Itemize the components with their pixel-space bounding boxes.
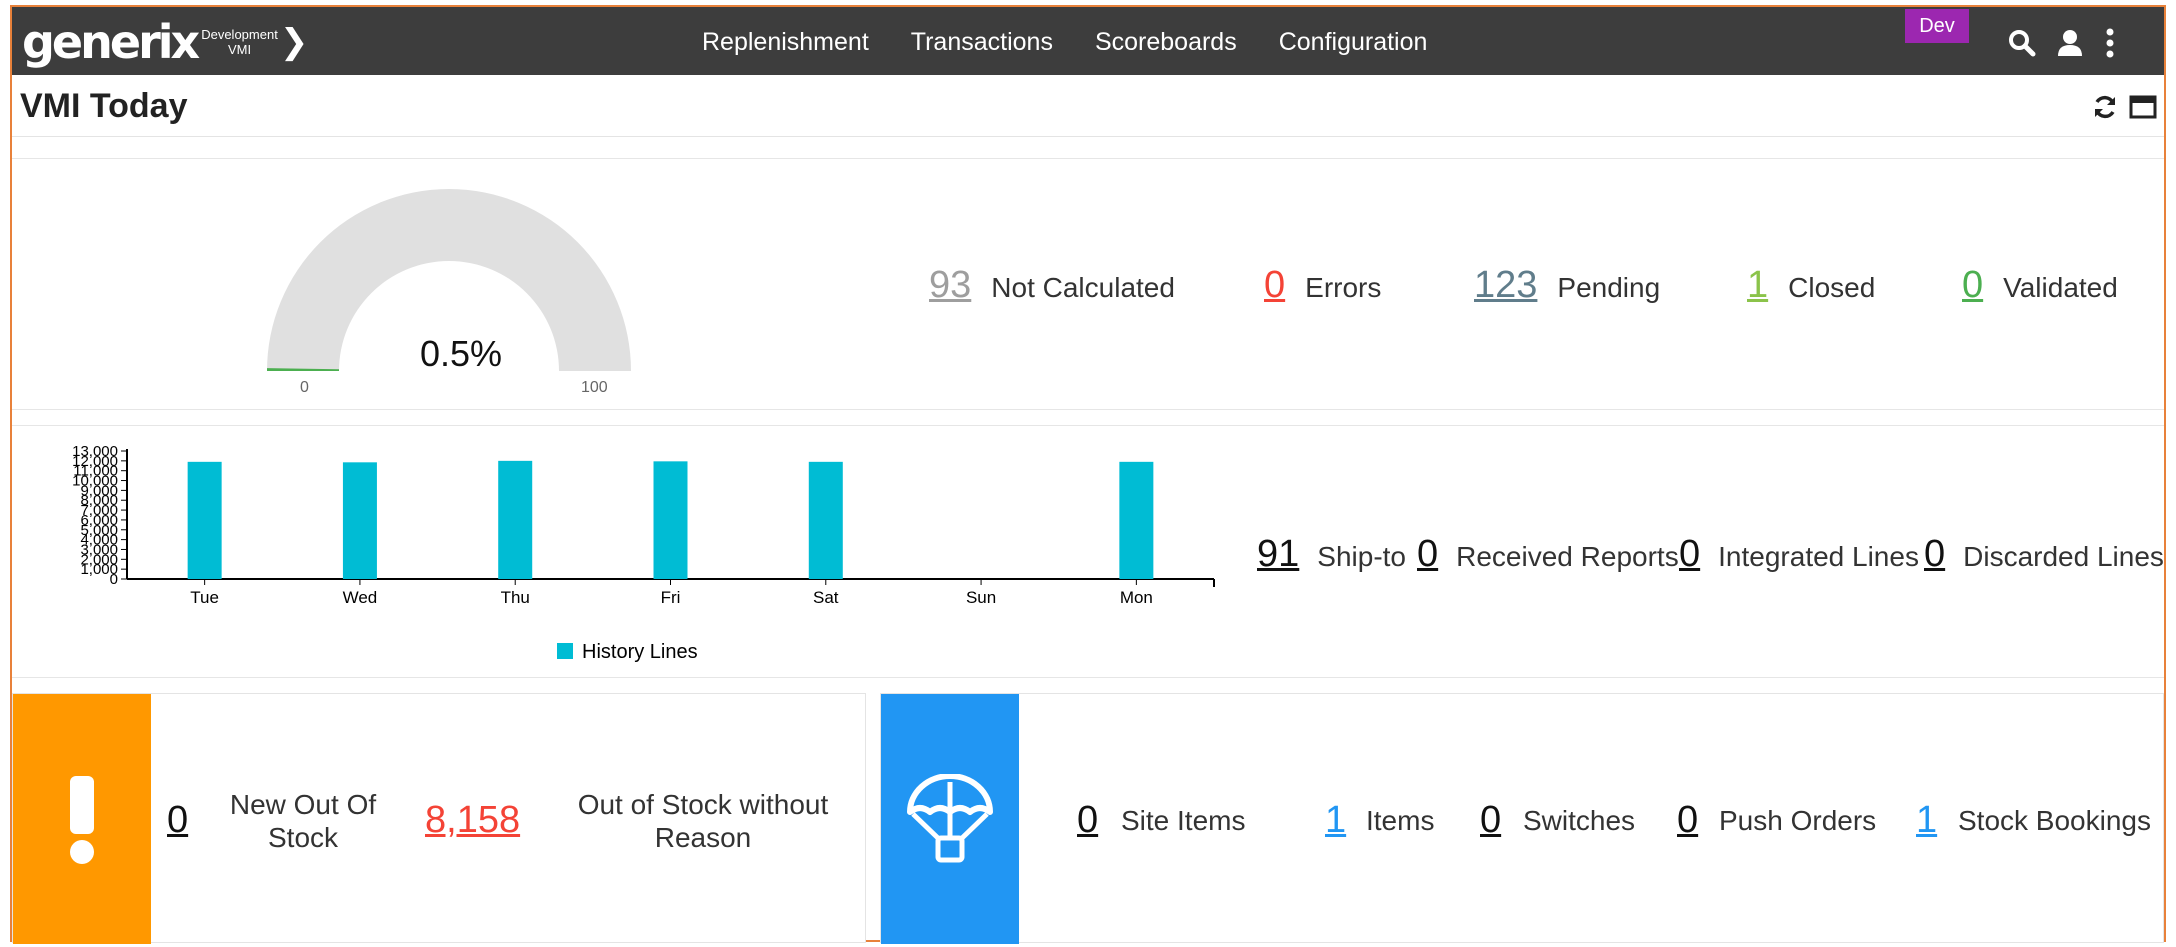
bar-wed xyxy=(342,462,377,579)
x-tick-label: Wed xyxy=(343,588,378,607)
site-items-count[interactable]: 0 xyxy=(1077,799,1098,842)
integrated-lines-count[interactable]: 0 xyxy=(1679,533,1700,576)
validated-count[interactable]: 0 xyxy=(1962,264,1983,307)
site-items-label: Site Items xyxy=(1121,805,1246,836)
out-of-stock-no-reason-count[interactable]: 8,158 xyxy=(425,799,520,842)
bar-fri xyxy=(653,461,688,579)
discarded-lines-label: Discarded Lines xyxy=(1963,541,2164,572)
stat-integrated-lines: 0 Integrated Lines xyxy=(1679,533,1919,576)
discarded-lines-count[interactable]: 0 xyxy=(1924,533,1945,576)
not-calculated-label: Not Calculated xyxy=(991,272,1175,303)
ship-to-label: Ship-to xyxy=(1317,541,1406,572)
stat-ship-to: 91 Ship-to xyxy=(1257,533,1406,576)
pending-label: Pending xyxy=(1557,272,1661,303)
nav-transactions[interactable]: Transactions xyxy=(911,28,1053,57)
pending-count[interactable]: 123 xyxy=(1474,264,1537,307)
search-icon[interactable] xyxy=(2006,27,2038,59)
delivery-card: 0 Site Items 1 Items 0 Switches 0 Push O… xyxy=(880,693,2164,944)
new-out-of-stock-count[interactable]: 0 xyxy=(167,799,188,842)
history-lines-chart: 01,0002,0003,0004,0005,0006,0007,0008,00… xyxy=(72,443,1215,663)
switches-count[interactable]: 0 xyxy=(1480,799,1501,842)
environment-badge: Dev xyxy=(1905,9,1969,43)
bar-mon xyxy=(1119,461,1154,579)
stock-bookings-label: Stock Bookings xyxy=(1958,805,2151,836)
more-vert-icon[interactable] xyxy=(2094,27,2126,59)
out-of-stock-no-reason-label: Out of Stock without Reason xyxy=(577,789,829,853)
x-tick-label: Fri xyxy=(661,588,681,607)
status-summary-panel: 0.5% 0 100 93 Not Calculated 0 Errors 12… xyxy=(12,158,2164,410)
logo-subtitle-env: Development xyxy=(201,27,278,42)
stat-closed: 1 Closed xyxy=(1747,264,1875,307)
logo-wordmark: generix xyxy=(22,15,200,69)
nav-replenishment[interactable]: Replenishment xyxy=(702,28,869,57)
items-label: Items xyxy=(1366,805,1435,836)
progress-gauge xyxy=(267,189,631,371)
top-nav-bar: generix Development VMI ❯ Replenishment … xyxy=(10,5,2166,75)
push-orders-count[interactable]: 0 xyxy=(1677,799,1698,842)
legend-label: History Lines xyxy=(582,641,698,663)
items-count[interactable]: 1 xyxy=(1325,799,1346,842)
exclamation-icon xyxy=(70,776,94,864)
user-icon[interactable] xyxy=(2054,27,2086,59)
nav-scoreboards[interactable]: Scoreboards xyxy=(1095,28,1237,57)
bar-thu xyxy=(498,460,533,579)
main-menu: Replenishment Transactions Scoreboards C… xyxy=(702,7,1469,77)
received-reports-count[interactable]: 0 xyxy=(1417,533,1438,576)
bar-tue xyxy=(187,461,222,579)
x-tick-label: Thu xyxy=(501,588,530,607)
errors-label: Errors xyxy=(1305,272,1382,303)
page-header: VMI Today xyxy=(12,75,2164,137)
errors-count[interactable]: 0 xyxy=(1264,264,1285,307)
received-reports-label: Received Reports xyxy=(1456,541,1679,572)
y-tick-label: 13,000 xyxy=(72,443,118,460)
closed-label: Closed xyxy=(1788,272,1876,303)
gauge-min-label: 0 xyxy=(300,379,309,396)
chevron-right-icon: ❯ xyxy=(279,23,309,61)
stat-validated: 0 Validated xyxy=(1962,264,2118,307)
out-of-stock-card: 0 New Out Of Stock 8,158 Out of Stock wi… xyxy=(12,693,866,944)
delivery-icon-box xyxy=(881,694,1019,944)
validated-label: Validated xyxy=(2003,272,2118,303)
parachute-icon xyxy=(907,774,993,863)
gauge-max-label: 100 xyxy=(581,379,608,396)
stock-bookings-count[interactable]: 1 xyxy=(1916,799,1937,842)
refresh-icon[interactable] xyxy=(2090,92,2120,122)
page-title: VMI Today xyxy=(20,87,188,125)
stat-pending: 123 Pending xyxy=(1474,264,1660,307)
push-orders-label: Push Orders xyxy=(1719,805,1877,836)
nav-configuration[interactable]: Configuration xyxy=(1279,28,1428,57)
x-tick-label: Tue xyxy=(190,588,219,607)
closed-count[interactable]: 1 xyxy=(1747,264,1768,307)
legend-swatch xyxy=(557,643,573,659)
logo-subtitle-module: VMI xyxy=(227,42,252,57)
stat-errors: 0 Errors xyxy=(1264,264,1381,307)
app-logo[interactable]: generix Development VMI ❯ xyxy=(22,15,308,69)
new-out-of-stock-label: New Out Of Stock xyxy=(229,789,377,853)
window-icon[interactable] xyxy=(2128,92,2158,122)
x-tick-label: Mon xyxy=(1120,588,1153,607)
gauge-value: 0.5% xyxy=(419,333,503,374)
stat-received-reports: 0 Received Reports xyxy=(1417,533,1679,576)
bar-sat xyxy=(808,461,843,579)
stat-discarded-lines: 0 Discarded Lines xyxy=(1924,533,2164,576)
x-tick-label: Sun xyxy=(966,588,996,607)
stat-not-calculated: 93 Not Calculated xyxy=(929,264,1175,307)
history-panel: 0 1,000 2,000 3,000 4,000 5,000 6,000 7,000 8,00… xyxy=(12,425,2164,678)
out-of-stock-icon-box xyxy=(13,694,151,944)
ship-to-count[interactable]: 91 xyxy=(1257,533,1299,576)
switches-label: Switches xyxy=(1523,805,1636,836)
logo-subtitle: Development VMI xyxy=(201,27,278,57)
not-calculated-count[interactable]: 93 xyxy=(929,264,971,307)
integrated-lines-label: Integrated Lines xyxy=(1718,541,1919,572)
x-tick-label: Sat xyxy=(813,588,839,607)
